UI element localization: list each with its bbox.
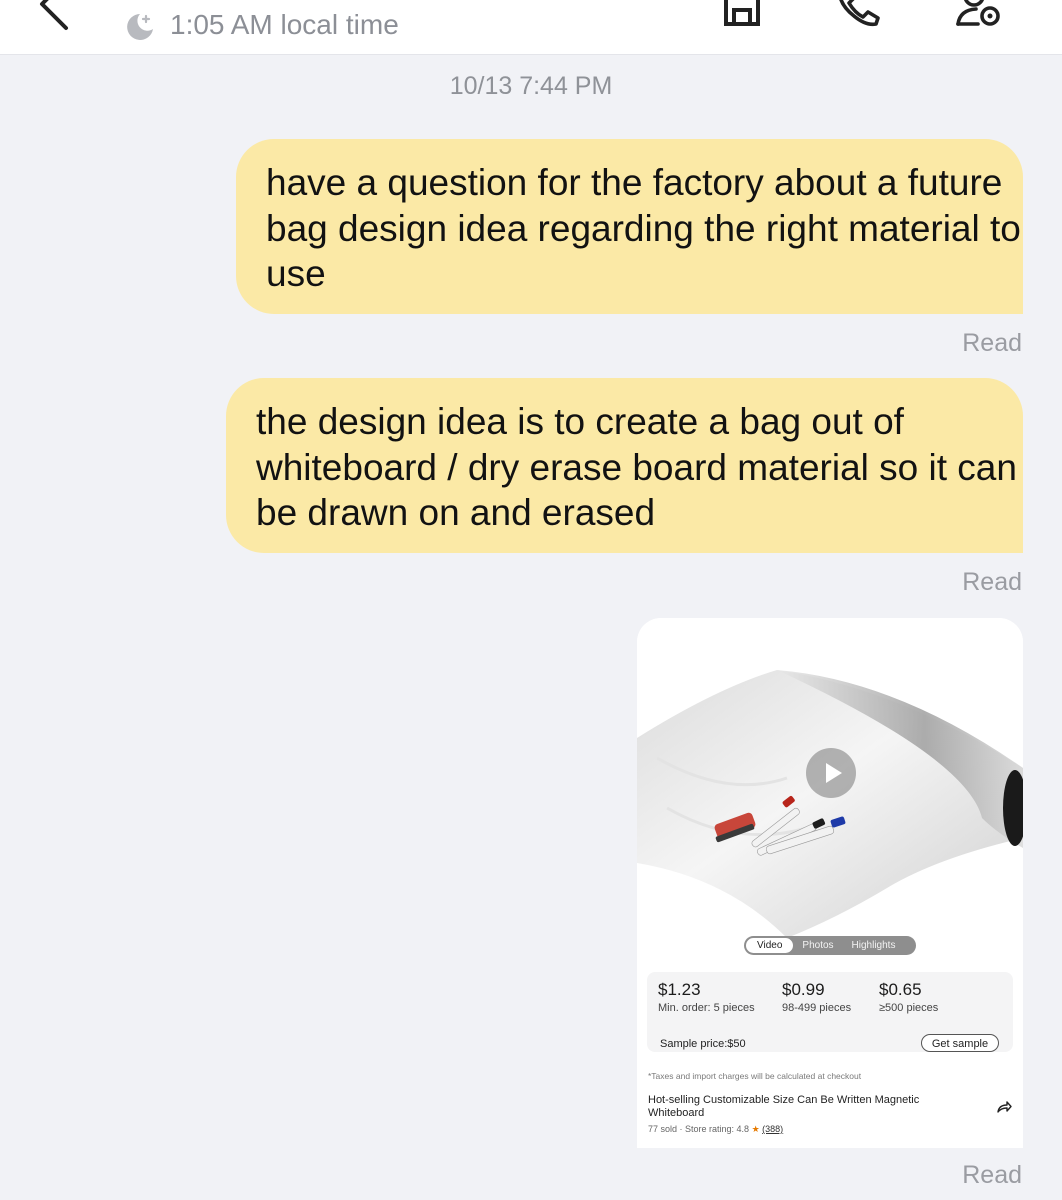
- product-title[interactable]: Hot-selling Customizable Size Can Be Wri…: [648, 1094, 968, 1120]
- price-quantity: 98-499 pieces: [782, 1002, 852, 1014]
- tab-photos[interactable]: Photos: [793, 938, 842, 953]
- message-timestamp: 10/13 7:44 PM: [449, 72, 613, 100]
- read-receipt: Read: [962, 1161, 1022, 1189]
- back-arrow-icon[interactable]: [30, 0, 80, 34]
- phone-icon[interactable]: [832, 0, 880, 30]
- price-quantity: Min. order: 5 pieces: [658, 1002, 755, 1014]
- tax-note: *Taxes and import charges will be calcul…: [648, 1071, 862, 1081]
- price-tiers: $1.23 Min. order: 5 pieces $0.99 98-499 …: [647, 972, 1013, 1052]
- play-icon[interactable]: [806, 748, 856, 798]
- local-time: 1:05 AM local time: [170, 9, 399, 40]
- price-value: $0.99: [782, 980, 825, 999]
- price-value: $0.65: [879, 980, 922, 999]
- tab-video[interactable]: Video: [746, 938, 794, 953]
- profile-settings-icon[interactable]: [954, 0, 1002, 30]
- chat-header: 1:05 AM local time: [0, 0, 1062, 55]
- sold-count: 77 sold · Store rating: 4.8: [648, 1124, 750, 1134]
- sample-price: Sample price:$50: [660, 1038, 746, 1050]
- sold-rating-line: 77 sold · Store rating: 4.8 ★ (388): [648, 1124, 783, 1135]
- get-sample-button[interactable]: Get sample: [921, 1034, 999, 1052]
- tab-highlights[interactable]: Highlights: [843, 938, 905, 953]
- share-icon[interactable]: [996, 1099, 1012, 1115]
- moon-icon: [127, 14, 153, 40]
- message-bubble[interactable]: have a question for the factory about a …: [236, 139, 1023, 314]
- price-quantity: ≥500 pieces: [879, 1002, 939, 1014]
- message-bubble[interactable]: the design idea is to create a bag out o…: [226, 378, 1023, 553]
- read-receipt: Read: [962, 568, 1022, 596]
- reviews-link[interactable]: (388): [762, 1124, 783, 1134]
- product-card[interactable]: Video Photos Highlights $1.23 Min. order…: [637, 618, 1023, 1148]
- media-tabs: Video Photos Highlights: [744, 936, 916, 955]
- price-value: $1.23: [658, 980, 701, 999]
- star-icon: ★: [751, 1124, 760, 1134]
- store-icon[interactable]: [718, 0, 766, 30]
- read-receipt: Read: [962, 329, 1022, 357]
